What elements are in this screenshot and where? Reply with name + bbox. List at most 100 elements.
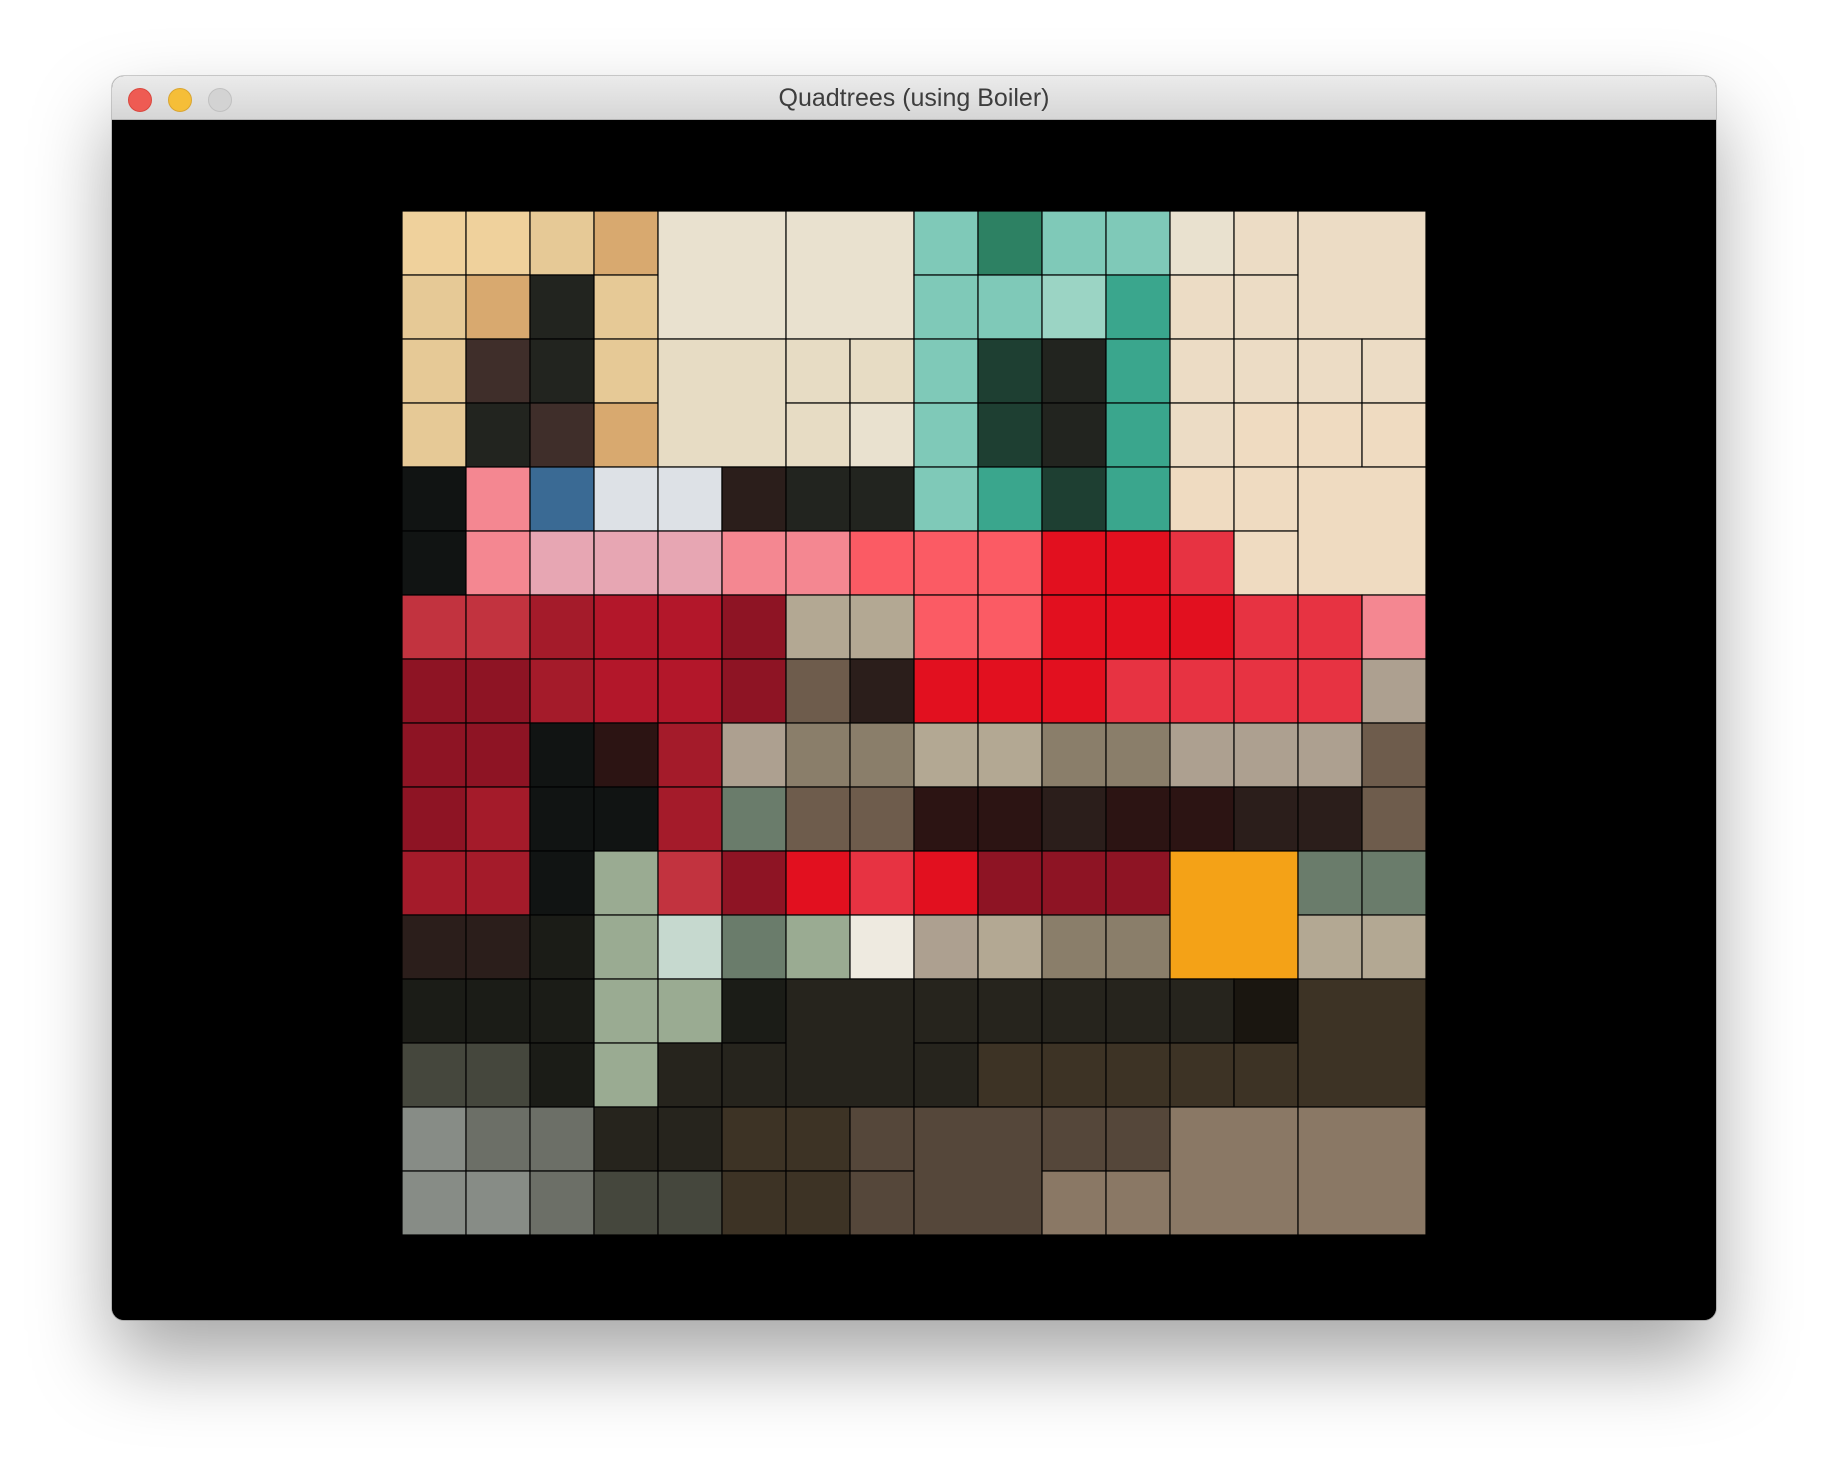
quadtree-cell (402, 850, 467, 916)
quadtree-cell (721, 1170, 787, 1235)
quadtree-cell (721, 786, 787, 852)
quadtree-cell (529, 530, 595, 596)
quadtree-cell (721, 850, 787, 916)
quadtree-cell (913, 402, 979, 468)
quadtree-cell (1041, 530, 1107, 596)
quadtree-cell (465, 1106, 531, 1172)
quadtree-cell (1105, 402, 1171, 468)
quadtree-cell (1297, 914, 1363, 980)
quadtree-cell (657, 978, 723, 1044)
quadtree-cell (913, 1042, 979, 1108)
quadtree-cell (1105, 786, 1171, 852)
quadtree-cell (721, 914, 787, 980)
quadtree-cell (1041, 594, 1107, 660)
quadtree-cell (849, 786, 915, 852)
quadtree-cell (785, 978, 915, 1108)
quadtree-cell (1361, 722, 1426, 788)
quadtree-cell (529, 466, 595, 532)
quadtree-cell (913, 914, 979, 980)
quadtree-cell (1041, 914, 1107, 980)
canvas-area[interactable] (112, 120, 1716, 1320)
quadtree-cell (913, 786, 979, 852)
quadtree-cell (465, 402, 531, 468)
quadtree-cell (849, 1170, 915, 1235)
quadtree-cell (657, 722, 723, 788)
quadtree-cell (721, 466, 787, 532)
quadtree-cell (785, 211, 915, 340)
quadtree-cell (1233, 978, 1299, 1044)
quadtree-cell (465, 658, 531, 724)
quadtree-cell (721, 658, 787, 724)
quadtree-cell (849, 530, 915, 596)
quadtree-cell (1105, 1042, 1171, 1108)
quadtree-cell (402, 722, 467, 788)
quadtree-cell (1361, 402, 1426, 468)
quadtree-cell (529, 722, 595, 788)
quadtree-cell (977, 978, 1043, 1044)
quadtree-cell (1105, 274, 1171, 340)
quadtree-cell (1361, 658, 1426, 724)
quadtree-cell (1233, 466, 1299, 532)
quadtree-cell (402, 274, 467, 340)
quadtree-cell (849, 658, 915, 724)
quadtree-cell (465, 530, 531, 596)
quadtree-cell (593, 466, 659, 532)
quadtree-cell (1105, 914, 1171, 980)
quadtree-cell (529, 594, 595, 660)
quadtree-cell (465, 978, 531, 1044)
quadtree-cell (913, 211, 979, 276)
quadtree-cell (849, 914, 915, 980)
quadtree-cell (1361, 338, 1426, 404)
quadtree-cell (657, 786, 723, 852)
quadtree-cell (721, 594, 787, 660)
quadtree-cell (977, 722, 1043, 788)
quadtree-cell (402, 658, 467, 724)
quadtree-cell (1041, 978, 1107, 1044)
title-bar[interactable]: Quadtrees (using Boiler) (112, 76, 1716, 120)
quadtree-cell (1233, 338, 1299, 404)
quadtree-cell (1105, 594, 1171, 660)
quadtree-cell (593, 914, 659, 980)
quadtree-cell (593, 978, 659, 1044)
quadtree-cell (402, 338, 467, 404)
quadtree-cell (849, 1106, 915, 1172)
quadtree-cell (977, 530, 1043, 596)
quadtree-cell (1233, 211, 1299, 276)
quadtree-cell (1233, 274, 1299, 340)
quadtree-cell (657, 658, 723, 724)
quadtree-cell (1041, 1042, 1107, 1108)
quadtree-cell (977, 274, 1043, 340)
quadtree-cell (1233, 402, 1299, 468)
quadtree-cell (529, 274, 595, 340)
quadtree-cell (1169, 594, 1235, 660)
quadtree-cell (657, 338, 787, 468)
quadtree-cell (1169, 978, 1235, 1044)
quadtree-cell (721, 978, 787, 1044)
quadtree-cell (465, 274, 531, 340)
quadtree-cell (593, 658, 659, 724)
quadtree-cell (913, 594, 979, 660)
quadtree-cell (785, 530, 851, 596)
quadtree-cell (1169, 211, 1235, 276)
quadtree-cell (913, 850, 979, 916)
quadtree-cell (1297, 402, 1363, 468)
quadtree-cell (1297, 211, 1426, 340)
quadtree-cell (849, 850, 915, 916)
quadtree-image (402, 211, 1426, 1235)
quadtree-cell (1041, 658, 1107, 724)
quadtree-cell (785, 722, 851, 788)
quadtree-cell (402, 530, 467, 596)
quadtree-cell (977, 211, 1043, 276)
quadtree-cell (402, 1106, 467, 1172)
quadtree-cell (1169, 402, 1235, 468)
app-window: Quadtrees (using Boiler) (112, 76, 1716, 1320)
quadtree-cell (913, 658, 979, 724)
quadtree-cell (1233, 722, 1299, 788)
quadtree-cell (1361, 914, 1426, 980)
quadtree-cell (1105, 530, 1171, 596)
quadtree-cell (913, 530, 979, 596)
quadtree-cell (1105, 658, 1171, 724)
quadtree-cell (721, 1106, 787, 1172)
quadtree-cell (529, 338, 595, 404)
quadtree-cell (977, 402, 1043, 468)
